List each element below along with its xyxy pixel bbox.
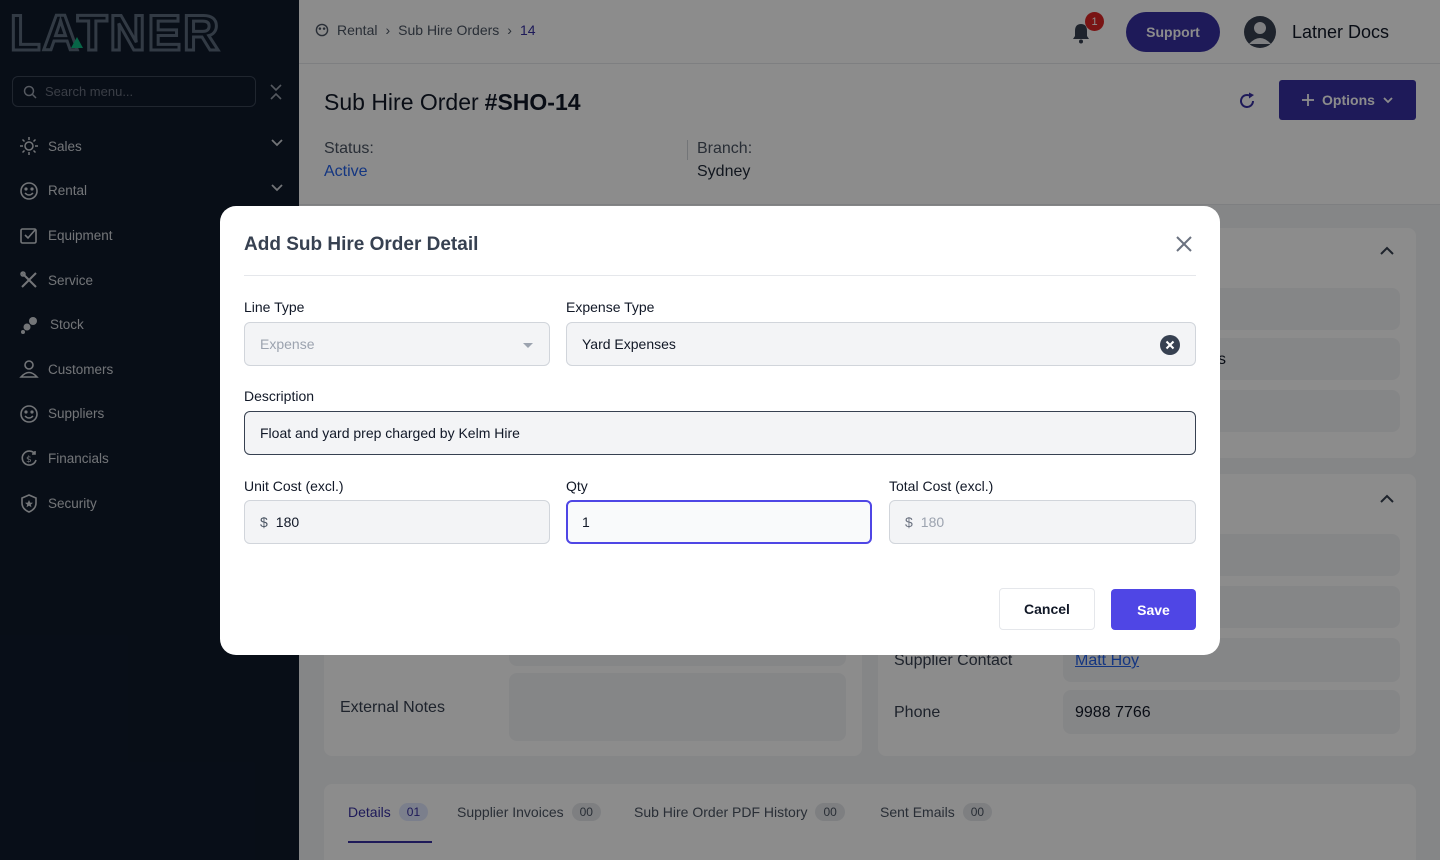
expense-type-select[interactable]: Yard Expenses [566, 322, 1196, 366]
save-button[interactable]: Save [1111, 589, 1196, 630]
unit-cost-label: Unit Cost (excl.) [244, 478, 344, 494]
description-label: Description [244, 388, 315, 404]
line-type-label: Line Type [244, 299, 305, 315]
divider [244, 275, 1196, 276]
clear-icon[interactable] [1160, 335, 1180, 355]
add-sub-hire-detail-modal: Add Sub Hire Order Detail Line Type Expe… [220, 206, 1220, 655]
caret-down-icon [523, 343, 533, 348]
description-input[interactable]: Float and yard prep charged by Kelm Hire [244, 411, 1196, 455]
qty-label: Qty [566, 478, 588, 494]
cancel-button[interactable]: Cancel [999, 588, 1095, 630]
currency-prefix: $ [905, 514, 913, 530]
unit-cost-input[interactable]: $ 180 [244, 500, 550, 544]
expense-type-label: Expense Type [566, 299, 655, 315]
total-cost-input: $ 180 [889, 500, 1196, 544]
modal-title: Add Sub Hire Order Detail [244, 234, 479, 255]
line-type-select[interactable]: Expense [244, 322, 550, 366]
total-cost-label: Total Cost (excl.) [889, 478, 994, 494]
currency-prefix: $ [260, 514, 268, 530]
qty-input[interactable]: 1 [566, 500, 872, 544]
close-icon[interactable] [1174, 234, 1194, 254]
